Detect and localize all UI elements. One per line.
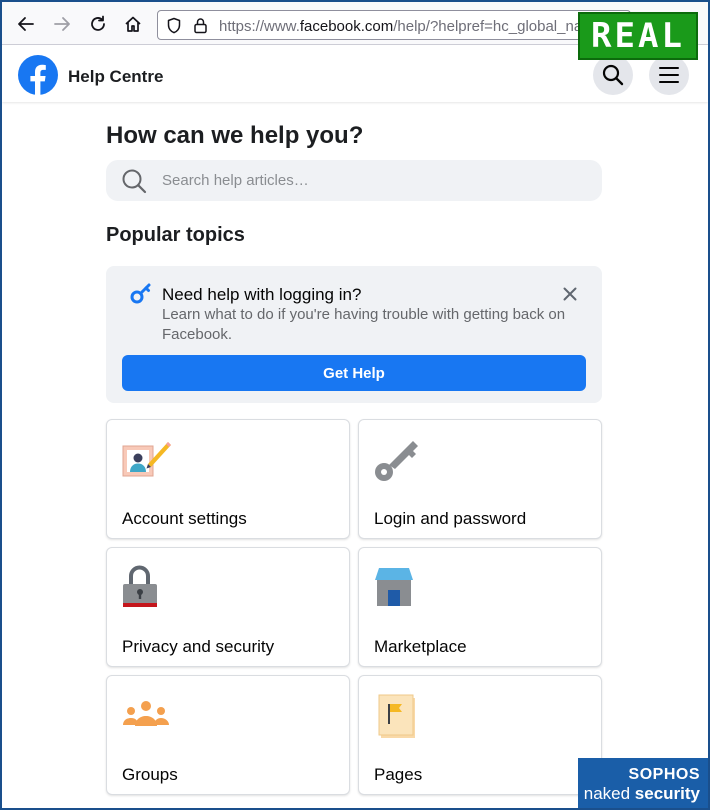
address-bar[interactable]: https://www.facebook.com/help/?helpref=h… <box>157 10 631 40</box>
naked-security-text: naked security <box>578 784 700 804</box>
home-icon <box>125 16 141 32</box>
topic-label: Pages <box>374 765 423 784</box>
help-search-input[interactable] <box>162 160 582 201</box>
login-help-card: Need help with logging in? Learn what to… <box>106 266 602 403</box>
key-icon <box>375 441 418 481</box>
hamburger-menu-icon <box>659 67 679 83</box>
get-help-button[interactable]: Get Help <box>122 355 586 391</box>
topic-pages[interactable]: Pages <box>358 675 602 795</box>
url-path: /help/?helpref=hc_global_nav <box>393 18 590 35</box>
help-search-box[interactable] <box>106 160 602 201</box>
padlock-icon <box>123 565 157 607</box>
topic-login-and-password[interactable]: Login and password <box>358 419 602 539</box>
real-watermark-badge: REAL <box>578 12 698 60</box>
login-help-description: Learn what to do if you're having troubl… <box>162 306 566 343</box>
login-help-heading: Need help with logging in? <box>162 285 362 304</box>
storefront-icon <box>375 568 413 606</box>
people-group-icon <box>123 701 169 726</box>
back-button[interactable] <box>13 11 39 37</box>
lock-icon <box>194 18 207 34</box>
topic-account-settings[interactable]: Account settings <box>106 419 350 539</box>
close-login-card-button[interactable] <box>558 282 582 306</box>
naked-text: naked <box>583 784 631 803</box>
back-arrow-icon <box>18 17 34 31</box>
real-badge-text: REAL <box>591 16 685 56</box>
topic-privacy-and-security[interactable]: Privacy and security <box>106 547 350 667</box>
menu-button[interactable] <box>649 55 689 95</box>
search-icon <box>122 169 147 194</box>
forward-arrow-icon <box>54 17 70 31</box>
flag-page-icon <box>378 694 415 738</box>
forward-button[interactable] <box>49 11 75 37</box>
url-prefix: https://www. <box>219 18 300 35</box>
reload-icon <box>91 15 105 31</box>
facebook-logo-icon[interactable] <box>18 55 58 95</box>
topic-label: Account settings <box>122 509 247 528</box>
topic-label: Login and password <box>374 509 527 528</box>
reload-button[interactable] <box>85 11 111 37</box>
page-title: How can we help you? <box>106 122 364 149</box>
account-settings-icon <box>122 442 171 477</box>
topic-marketplace[interactable]: Marketplace <box>358 547 602 667</box>
url-domain: facebook.com <box>299 18 394 35</box>
close-icon <box>563 287 577 301</box>
key-icon <box>130 283 151 304</box>
security-text: security <box>634 784 700 803</box>
url-text[interactable]: https://www.facebook.com/help/?helpref=h… <box>219 18 590 35</box>
topic-label: Groups <box>122 765 178 784</box>
help-centre-title[interactable]: Help Centre <box>68 67 163 87</box>
search-button[interactable] <box>593 55 633 95</box>
popular-topics-heading: Popular topics <box>106 224 245 246</box>
topic-groups[interactable]: Groups <box>106 675 350 795</box>
browser-window: https://www.facebook.com/help/?helpref=h… <box>2 2 708 808</box>
topic-label: Marketplace <box>374 637 467 656</box>
home-button[interactable] <box>120 11 146 37</box>
sophos-text: SOPHOS <box>628 766 700 783</box>
topic-label: Privacy and security <box>122 637 275 656</box>
sophos-naked-security-logo: SOPHOS naked security <box>578 758 708 808</box>
shield-icon <box>167 17 181 34</box>
search-icon <box>602 64 624 86</box>
